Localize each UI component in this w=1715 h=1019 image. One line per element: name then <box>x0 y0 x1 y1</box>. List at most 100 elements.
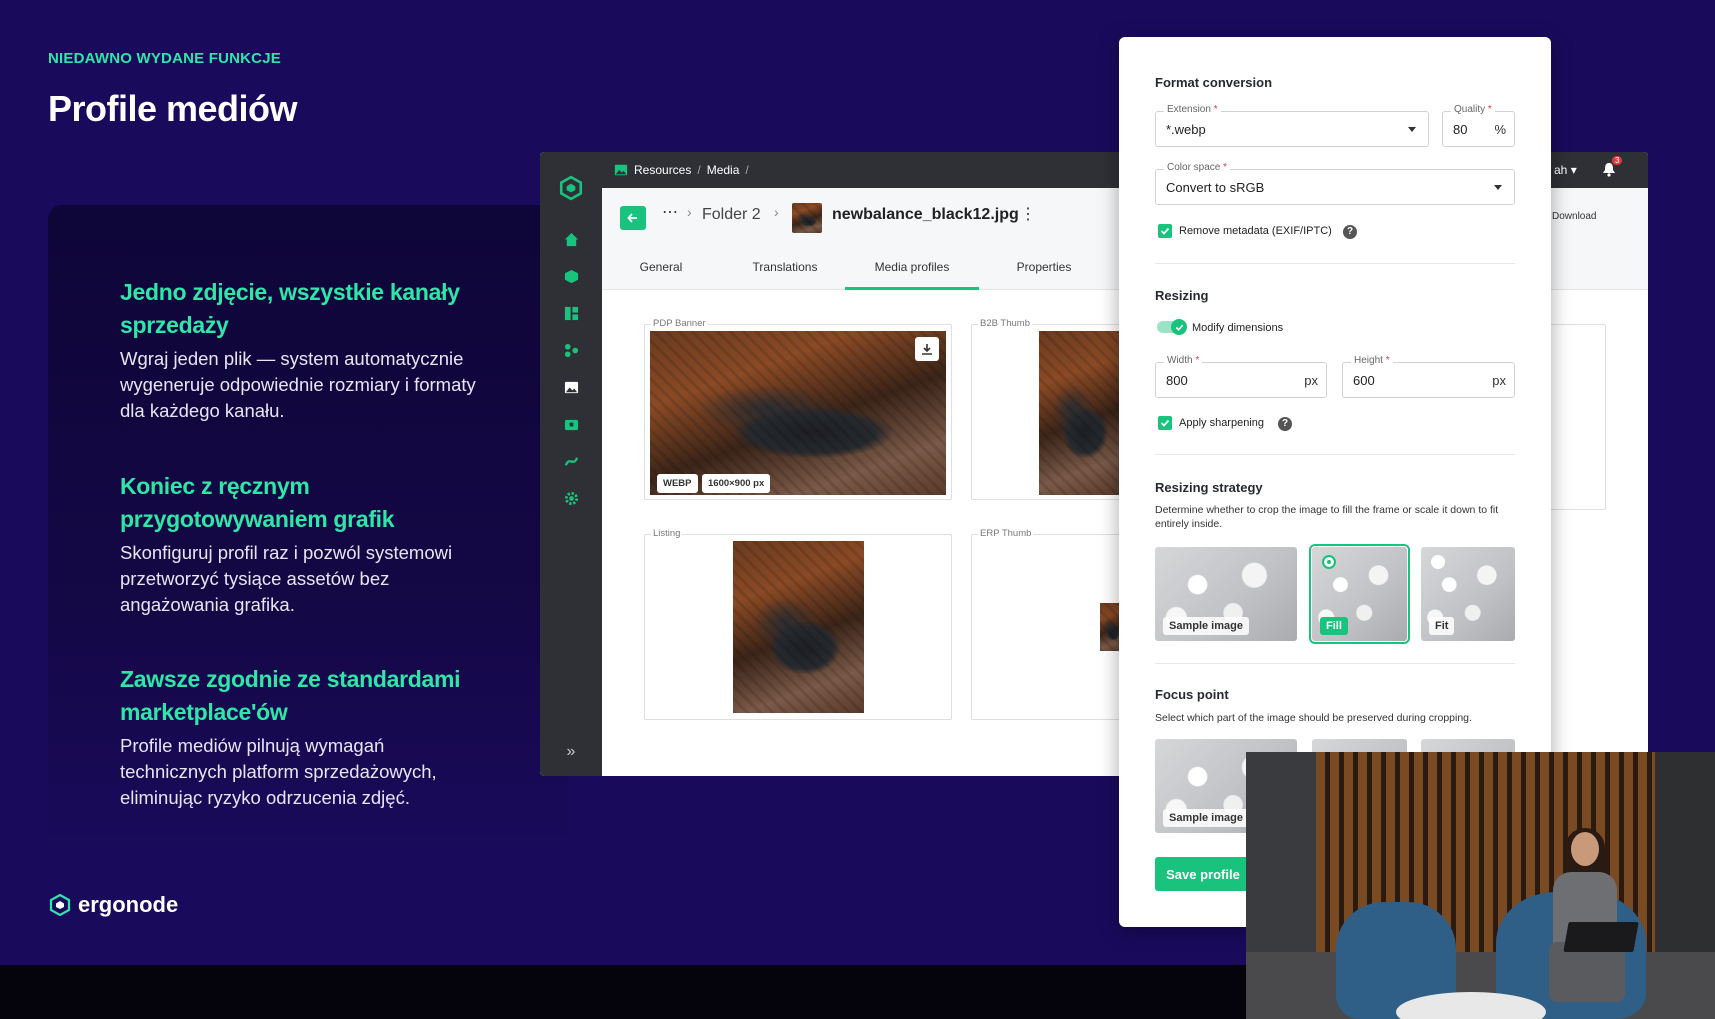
media-profile-label: PDP Banner <box>651 318 708 329</box>
file-thumbnail <box>792 203 822 233</box>
notification-badge: 3 <box>1612 156 1623 165</box>
radio-unselected <box>1431 555 1445 569</box>
apply-sharpening-checkbox[interactable] <box>1158 416 1172 430</box>
save-profile-button[interactable]: Save profile <box>1155 857 1251 891</box>
home-icon[interactable] <box>561 229 581 249</box>
feature-1: Jedno zdjęcie, wszystkie kanały sprzedaż… <box>120 276 480 424</box>
checkmark-icon <box>1160 227 1170 235</box>
logo-text: ergonode <box>78 892 179 917</box>
dimensions-tag: 1600×900 px <box>702 474 771 493</box>
feature-body: Profile mediów pilnują wymagań techniczn… <box>120 735 437 808</box>
help-icon[interactable]: ? <box>1343 225 1357 239</box>
width-input[interactable]: Width * 800 px <box>1155 355 1327 398</box>
breadcrumb-resources[interactable]: Resources <box>634 163 691 177</box>
media-profile-pdp-banner[interactable]: PDP Banner WEBP 1600×900 px <box>644 318 952 500</box>
dashboard-icon[interactable] <box>561 303 581 323</box>
media-profile-listing[interactable]: Listing <box>644 528 952 720</box>
color-space-select[interactable]: Color space * Convert to sRGB <box>1155 162 1515 205</box>
strategy-option-fill[interactable]: Fill <box>1309 544 1410 644</box>
workflow-icon[interactable] <box>561 340 581 360</box>
color-space-value: Convert to sRGB <box>1166 180 1265 195</box>
height-input[interactable]: Height * 600 px <box>1342 355 1515 398</box>
field-label: Color space * <box>1164 162 1231 173</box>
feature-body: Wgraj jeden plik — system automatycznie … <box>120 348 476 421</box>
quality-value: 80 <box>1453 122 1468 137</box>
strategy-option-fit[interactable]: Fit <box>1421 547 1515 641</box>
media-breadcrumb-icon <box>614 164 628 176</box>
color-space-label: Color space <box>1167 162 1221 173</box>
tab-general[interactable]: General <box>602 248 720 290</box>
help-icon[interactable]: ? <box>1278 417 1292 431</box>
breadcrumb-separator: / <box>745 163 749 177</box>
products-icon[interactable] <box>561 266 581 286</box>
notifications-bell-icon[interactable]: 3 <box>1602 156 1623 180</box>
chevron-down-icon <box>1494 185 1502 190</box>
feature-body: Skonfiguruj profil raz i pozwól systemow… <box>120 542 453 615</box>
app-sidebar: » <box>540 152 602 776</box>
extension-select[interactable]: Extension * *.webp <box>1155 104 1429 147</box>
height-value: 600 <box>1353 373 1375 388</box>
expand-sidebar-icon[interactable]: » <box>561 742 581 762</box>
breadcrumb-media[interactable]: Media <box>707 163 740 177</box>
more-breadcrumbs-icon[interactable]: ⋯ <box>662 202 678 222</box>
media-icon[interactable] <box>561 377 581 397</box>
checkmark-icon <box>1160 419 1170 427</box>
download-label: Download <box>1552 210 1597 222</box>
tab-media-profiles[interactable]: Media profiles <box>845 248 979 290</box>
toggle-knob <box>1171 319 1187 335</box>
media-profile-label: B2B Thumb <box>978 318 1032 329</box>
section-title-resizing-strategy: Resizing strategy <box>1155 480 1263 495</box>
format-tag: WEBP <box>657 474 698 493</box>
folder-breadcrumb[interactable]: Folder 2 <box>702 206 761 224</box>
feature-3: Zawsze zgodnie ze standardami marketplac… <box>120 663 480 811</box>
user-name: ah <box>1554 163 1568 177</box>
tab-translations[interactable]: Translations <box>720 248 850 290</box>
slide-title: Profile mediów <box>48 88 298 129</box>
chevron-right-icon: › <box>687 204 692 220</box>
extension-value: *.webp <box>1166 122 1206 137</box>
media-profile-erp-thumb[interactable]: ERP Thumb <box>971 528 1124 720</box>
integrations-icon[interactable] <box>561 414 581 434</box>
remove-metadata-checkbox[interactable] <box>1158 224 1172 238</box>
more-options-icon[interactable]: ⋮ <box>1020 204 1036 224</box>
back-button[interactable] <box>620 206 646 230</box>
radio-selected <box>1322 555 1336 569</box>
width-unit: px <box>1304 373 1318 388</box>
webcam-presenter <box>1541 828 1631 1002</box>
extension-label: Extension <box>1167 104 1211 115</box>
app-logo-icon[interactable] <box>558 175 584 201</box>
ergonode-logo-icon <box>49 893 71 917</box>
file-name: newbalance_black12.jpg <box>832 206 1019 223</box>
field-label: Height * <box>1351 355 1393 366</box>
channels-icon[interactable] <box>561 451 581 471</box>
height-label: Height <box>1354 355 1383 366</box>
media-profile-card-partial <box>1548 324 1606 510</box>
tab-properties[interactable]: Properties <box>979 248 1109 290</box>
strategy-label: Sample image <box>1163 809 1249 827</box>
modify-dimensions-label: Modify dimensions <box>1192 322 1284 334</box>
field-label: Width * <box>1164 355 1203 366</box>
strategy-option-sample: Sample image <box>1155 547 1297 641</box>
width-label: Width <box>1167 355 1193 366</box>
media-profile-b2b-thumb[interactable]: B2B Thumb <box>971 318 1123 500</box>
listing-image <box>733 541 864 713</box>
download-variant-button[interactable] <box>915 337 939 361</box>
user-menu[interactable]: ah ▾ <box>1554 163 1577 177</box>
media-profile-label: ERP Thumb <box>978 528 1034 539</box>
divider <box>1155 263 1515 264</box>
arrow-left-icon <box>627 213 637 223</box>
divider <box>1155 454 1515 455</box>
webcam-overlay <box>1246 752 1715 1019</box>
feature-2: Koniec z ręcznym przygotowywaniem grafik… <box>120 470 480 618</box>
resizing-strategy-description: Determine whether to crop the image to f… <box>1155 504 1499 530</box>
apply-sharpening-label: Apply sharpening <box>1179 417 1265 429</box>
height-unit: px <box>1492 373 1506 388</box>
settings-icon[interactable] <box>561 488 581 508</box>
quality-input[interactable]: Quality * 80 % <box>1442 104 1515 147</box>
remove-metadata-label: Remove metadata (EXIF/IPTC) <box>1179 225 1332 237</box>
feature-heading: Jedno zdjęcie, wszystkie kanały sprzedaż… <box>120 279 460 338</box>
b2b-thumb-image <box>1039 331 1123 495</box>
feature-heading: Zawsze zgodnie ze standardami marketplac… <box>120 666 461 725</box>
modify-dimensions-toggle[interactable] <box>1157 319 1187 335</box>
breadcrumb-separator: / <box>697 163 701 177</box>
